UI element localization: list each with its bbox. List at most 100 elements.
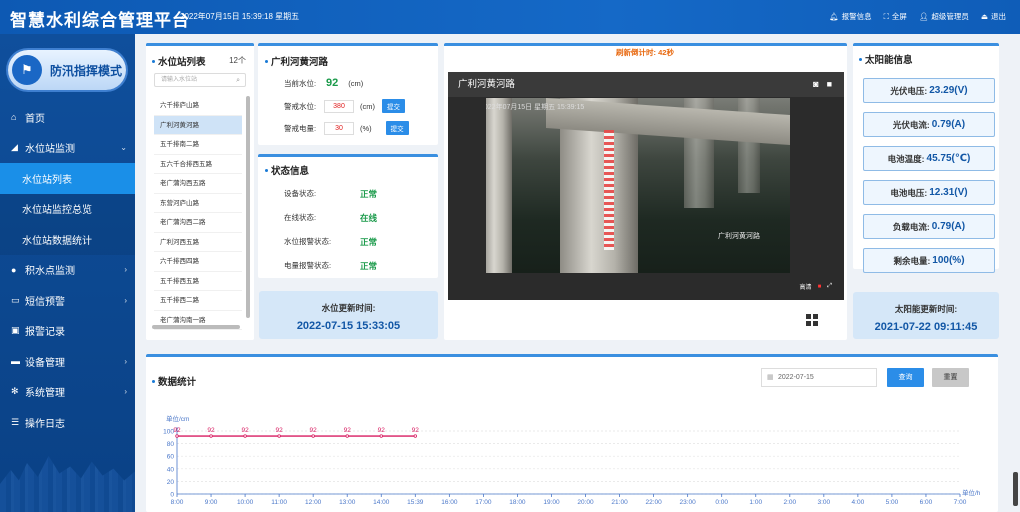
- sidebar-item-station-monitor[interactable]: ◢ 水位站监测 ⌄: [0, 133, 135, 164]
- station-list-item[interactable]: 五六千合排西五路: [154, 155, 242, 174]
- water-update-label: 水位更新时间:: [321, 303, 376, 313]
- mode-label: 防汛指挥模式: [50, 63, 123, 78]
- station-search-input[interactable]: 请输入水位站 ⌕: [154, 73, 246, 87]
- device-status-row: 设备状态: 正常: [284, 188, 377, 200]
- camera-icon[interactable]: ◙: [813, 72, 818, 97]
- chevron-down-icon: ⌄: [120, 143, 127, 153]
- search-icon[interactable]: ⌕: [236, 74, 240, 87]
- status-label: 在线状态:: [284, 213, 317, 222]
- expand-icon[interactable]: ⤢: [827, 283, 832, 290]
- reset-button[interactable]: 重置: [932, 368, 969, 387]
- fullscreen-button[interactable]: ⛶ 全屏: [884, 11, 907, 22]
- sidebar-item-label: 设备管理: [25, 357, 65, 369]
- station-list-item[interactable]: 东营河庐山路: [154, 194, 242, 213]
- data-point: [379, 434, 383, 438]
- sidebar-item-station-list[interactable]: 水位站列表: [0, 163, 135, 194]
- video-quality-button[interactable]: 高清: [800, 282, 812, 291]
- x-tick-label: 13:00: [339, 499, 356, 506]
- page-scrollbar[interactable]: [1013, 472, 1018, 506]
- logout-label: 退出: [991, 12, 1006, 21]
- flood-command-mode-button[interactable]: ⚑ 防汛指挥模式: [8, 50, 126, 90]
- status-panel-title: 状态信息: [265, 163, 309, 177]
- solar-panel-title: 太阳能信息: [859, 52, 913, 66]
- sidebar-item-station-overview[interactable]: 水位站监控总览: [0, 193, 135, 224]
- station-list-item[interactable]: 广利河黄河路: [154, 115, 242, 135]
- warn-level-submit-button[interactable]: 提交: [382, 99, 405, 113]
- query-button[interactable]: 查询: [887, 368, 924, 387]
- station-list-vscrollbar[interactable]: [246, 96, 250, 318]
- grid-layout-icon[interactable]: [806, 314, 818, 326]
- x-tick-label: 3:00: [817, 499, 830, 506]
- current-level-unit: (cm): [348, 78, 364, 88]
- solar-value: 12.31(V): [929, 187, 968, 198]
- status-panel-title-text: 状态信息: [271, 166, 310, 177]
- warn-power-submit-button[interactable]: 提交: [385, 121, 409, 135]
- solar-label: 电池温度:: [887, 153, 925, 164]
- user-menu[interactable]: 👤︎ 超级管理员: [919, 11, 969, 22]
- logout-button[interactable]: ⏏ 退出: [981, 11, 1006, 22]
- station-list-item[interactable]: 老广蒲沟西二路: [154, 213, 242, 233]
- warn-power-row: 警戒电量: 30 (%) 提交: [284, 121, 409, 135]
- data-point: [277, 434, 281, 438]
- alarm-info-button[interactable]: 🔔︎ 报警信息: [829, 11, 872, 22]
- data-point: [413, 434, 418, 438]
- y-tick-label: 20: [167, 479, 175, 486]
- station-list-item[interactable]: 老广蒲沟西五路: [154, 174, 242, 194]
- video-player[interactable]: 广利河黄河路 ◙ ■ 2022年07月15日 星期五 15:39:15 广利河黄河…: [448, 72, 844, 300]
- sidebar-item-ponding-monitor[interactable]: ● 积水点监测 ›: [0, 255, 135, 286]
- station-list-hscrollbar[interactable]: [152, 325, 240, 329]
- station-list-body: 水位站列表 12个 请输入水位站 ⌕ 六千排庐山路 广利河黄河路 五千排南二路 五六千合…: [146, 43, 254, 340]
- station-list-item[interactable]: 六千排庐山路: [154, 96, 242, 116]
- data-point: [345, 434, 349, 438]
- sidebar-item-label: 操作日志: [25, 418, 65, 430]
- sidebar-item-home[interactable]: ⌂ 首页: [0, 102, 135, 133]
- sidebar-item-label: 水位站列表: [22, 174, 72, 186]
- x-tick-label: 2:00: [783, 499, 796, 506]
- record-icon: ▣: [11, 325, 20, 336]
- warn-level-input[interactable]: 380: [324, 99, 354, 113]
- hd-indicator-icon: ■: [817, 283, 822, 290]
- sidebar-item-station-stats[interactable]: 水位站数据统计: [0, 224, 135, 255]
- warn-power-label: 警戒电量:: [284, 123, 317, 133]
- current-level-label: 当前水位:: [284, 78, 317, 88]
- city-skyline-decoration: [0, 456, 135, 512]
- x-axis-label: 单位/h: [962, 488, 981, 497]
- sidebar-item-device-management[interactable]: ▬ 设备管理 ›: [0, 346, 135, 377]
- x-tick-label: 4:00: [852, 499, 865, 506]
- warn-power-input[interactable]: 30: [324, 121, 354, 135]
- sidebar-item-alarm-records[interactable]: ▣ 报警记录: [0, 316, 135, 347]
- station-list-item[interactable]: 六千排西四路: [154, 252, 242, 272]
- user-icon: 👤︎: [918, 12, 929, 21]
- station-list-item[interactable]: 五千排西五路: [154, 272, 242, 291]
- station-list-item[interactable]: 广利河西五路: [154, 233, 242, 252]
- solar-value: 0.79(A): [931, 221, 966, 232]
- video-footer: 高清 ■ ⤢: [800, 282, 832, 291]
- chevron-right-icon: ›: [124, 265, 127, 275]
- status-value: 正常: [360, 189, 378, 199]
- sidebar-item-system-management[interactable]: ✻ 系统管理 ›: [0, 377, 135, 408]
- solar-value: 23.29(V): [929, 85, 968, 96]
- shield-icon: ⚑: [12, 55, 42, 85]
- solar-label: 光伏电流:: [892, 119, 930, 130]
- solar-panel-title-text: 太阳能信息: [865, 55, 913, 66]
- x-tick-label: 14:00: [373, 499, 390, 506]
- sidebar-item-sms-alert[interactable]: ▭ 短信预警 ›: [0, 285, 135, 316]
- solar-row-load-current: 负载电流: 0.79(A): [863, 214, 995, 239]
- sidebar-item-label: 水位站监控总览: [22, 205, 92, 217]
- data-label: 92: [344, 427, 352, 434]
- date-picker-input[interactable]: ▦ 2022-07-15: [761, 368, 877, 387]
- sidebar-item-operation-log[interactable]: ☰ 操作日志: [0, 407, 135, 438]
- station-list-item[interactable]: 五千排南二路: [154, 135, 242, 155]
- water-drop-icon: ●: [11, 264, 17, 275]
- video-timestamp: 2022年07月15日 星期五 15:39:15: [486, 104, 585, 111]
- status-value: 正常: [360, 261, 378, 271]
- sidebar-item-label: 水位站数据统计: [22, 235, 92, 247]
- data-label: 92: [310, 427, 318, 434]
- bell-icon: 🔔︎: [829, 12, 839, 21]
- station-list-item[interactable]: 五千排西二路: [154, 291, 242, 311]
- status-value: 在线: [360, 213, 378, 223]
- solar-row-pv-current: 光伏电流: 0.79(A): [863, 112, 995, 137]
- x-tick-label: 12:00: [305, 499, 322, 506]
- video-record-icon[interactable]: ■: [827, 72, 832, 97]
- top-bar: 智慧水利综合管理平台 2022年07月15日 15:39:18 星期五 🔔︎ 报警…: [0, 0, 1020, 34]
